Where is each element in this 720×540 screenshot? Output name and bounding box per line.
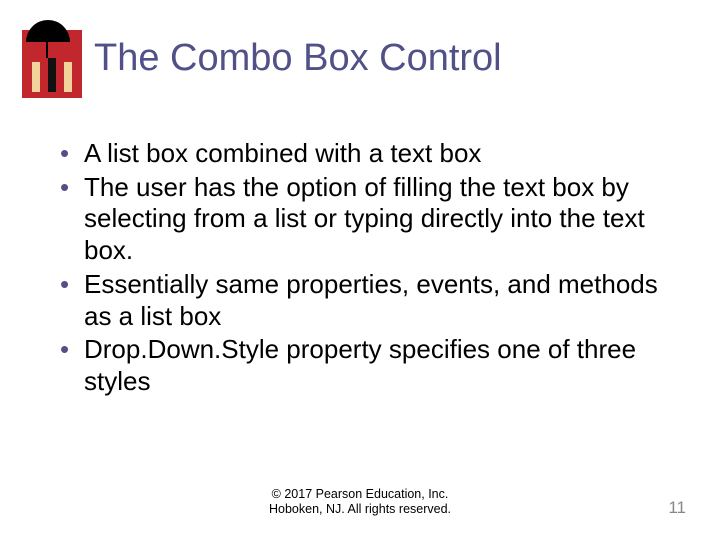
logo-icon (22, 20, 82, 98)
bullet-item: Drop.Down.Style property specifies one o… (58, 334, 680, 397)
bullet-item: The user has the option of filling the t… (58, 172, 680, 267)
copyright-footer: © 2017 Pearson Education, Inc. Hoboken, … (0, 487, 720, 518)
footer-line-2: Hoboken, NJ. All rights reserved. (0, 502, 720, 518)
bullet-list: A list box combined with a text box The … (58, 138, 680, 400)
slide-header: The Combo Box Control (22, 20, 698, 98)
bullet-item: Essentially same properties, events, and… (58, 269, 680, 332)
slide-title: The Combo Box Control (94, 38, 502, 80)
page-number: 11 (668, 498, 686, 518)
footer-line-1: © 2017 Pearson Education, Inc. (0, 487, 720, 503)
bullet-item: A list box combined with a text box (58, 138, 680, 170)
slide: The Combo Box Control A list box combine… (0, 0, 720, 540)
